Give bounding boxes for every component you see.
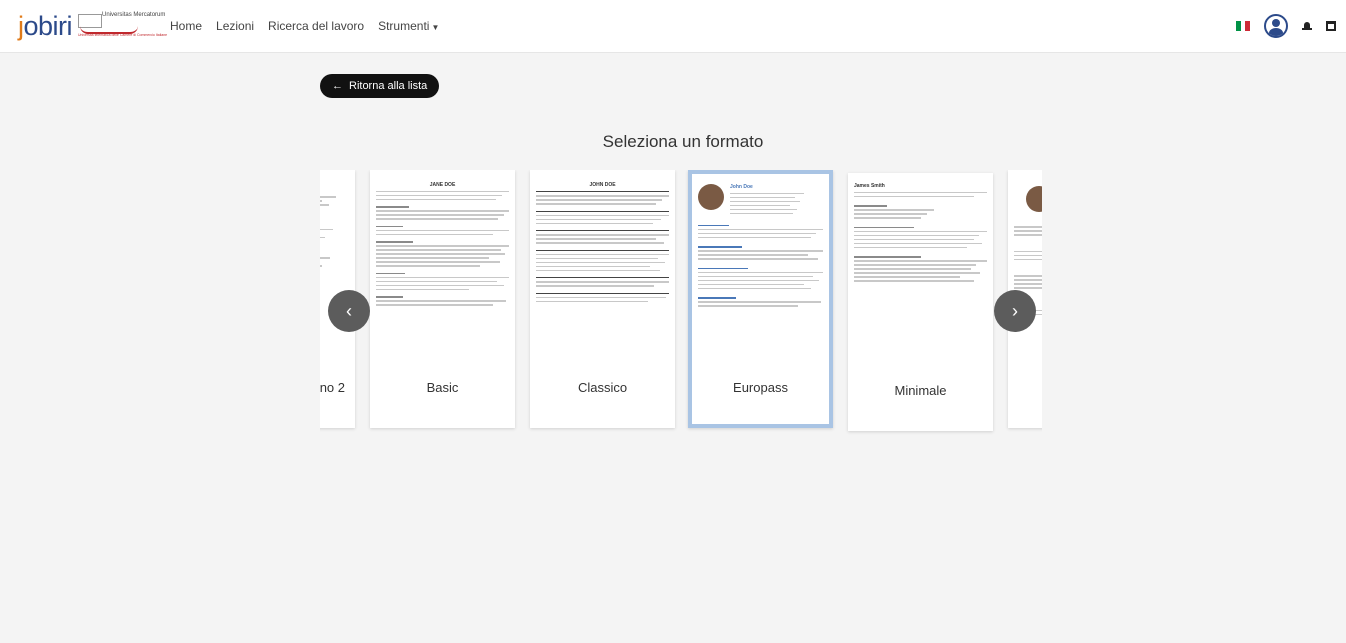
- italian-flag-icon[interactable]: [1236, 21, 1251, 31]
- preview-name: John Doe: [730, 184, 753, 190]
- nav-strumenti-label: Strumenti: [378, 19, 430, 33]
- format-preview: James Smith: [854, 179, 987, 369]
- format-card-basic[interactable]: JANE DOE Basic: [370, 170, 515, 428]
- header-actions: [1236, 14, 1336, 38]
- back-to-list-label: Ritorna alla lista: [349, 80, 428, 92]
- bell-icon[interactable]: [1302, 21, 1312, 31]
- format-card-classico[interactable]: JOHN DOE Classico: [530, 170, 675, 428]
- format-label: Europass: [733, 380, 788, 395]
- format-label: no 2: [320, 380, 345, 395]
- nav-strumenti[interactable]: Strumenti ▼: [378, 19, 439, 33]
- chevron-left-icon: ‹: [346, 300, 352, 321]
- arrow-left-icon: ←: [332, 80, 343, 92]
- format-preview: [320, 176, 349, 366]
- back-to-list-button[interactable]: ← Ritorna alla lista: [320, 74, 440, 98]
- caret-down-icon: ▼: [431, 23, 440, 32]
- nav-ricerca-lavoro[interactable]: Ricerca del lavoro: [268, 19, 364, 33]
- format-label: Minimale: [894, 383, 947, 398]
- university-logo: Universitas Mercatorum Università telema…: [78, 12, 167, 40]
- format-preview: [1014, 176, 1042, 366]
- nav-lezioni[interactable]: Lezioni: [216, 19, 254, 33]
- format-card-minimale[interactable]: James Smith Minimale: [848, 173, 993, 431]
- carousel-prev-button[interactable]: ‹: [328, 290, 370, 332]
- format-preview: JANE DOE: [376, 176, 509, 366]
- university-name: Universitas Mercatorum: [102, 12, 166, 18]
- format-carousel: no 2 JANE DOE Basic JOHN DOE Classico Jo…: [320, 170, 1042, 440]
- calendar-icon[interactable]: [1326, 21, 1336, 31]
- user-avatar-icon[interactable]: [1264, 14, 1288, 38]
- profile-photo: [698, 184, 724, 210]
- nav-home[interactable]: Home: [170, 19, 202, 33]
- top-navbar: jobiri Universitas Mercatorum Università…: [0, 0, 1346, 53]
- main-nav: Home Lezioni Ricerca del lavoro Strument…: [170, 19, 439, 33]
- preview-name: James Smith: [854, 183, 885, 189]
- format-label: Basic: [426, 380, 459, 395]
- university-subtitle: Università telematica delle Camere di Co…: [78, 33, 168, 37]
- format-label: Classico: [577, 380, 628, 395]
- jobiri-logo: jobiri: [18, 10, 73, 41]
- logo[interactable]: jobiri Universitas Mercatorum Università…: [18, 10, 167, 41]
- carousel-next-button[interactable]: ›: [994, 290, 1036, 332]
- chevron-right-icon: ›: [1012, 300, 1018, 321]
- format-preview: John Doe: [698, 180, 823, 370]
- page-title: Seleziona un formato: [602, 132, 764, 151]
- profile-photo: [1026, 186, 1042, 212]
- format-card-europass[interactable]: John Doe Europass: [688, 170, 833, 428]
- preview-name: JANE DOE: [429, 182, 456, 188]
- preview-name: JOHN DOE: [589, 182, 616, 188]
- format-preview: JOHN DOE: [536, 176, 669, 366]
